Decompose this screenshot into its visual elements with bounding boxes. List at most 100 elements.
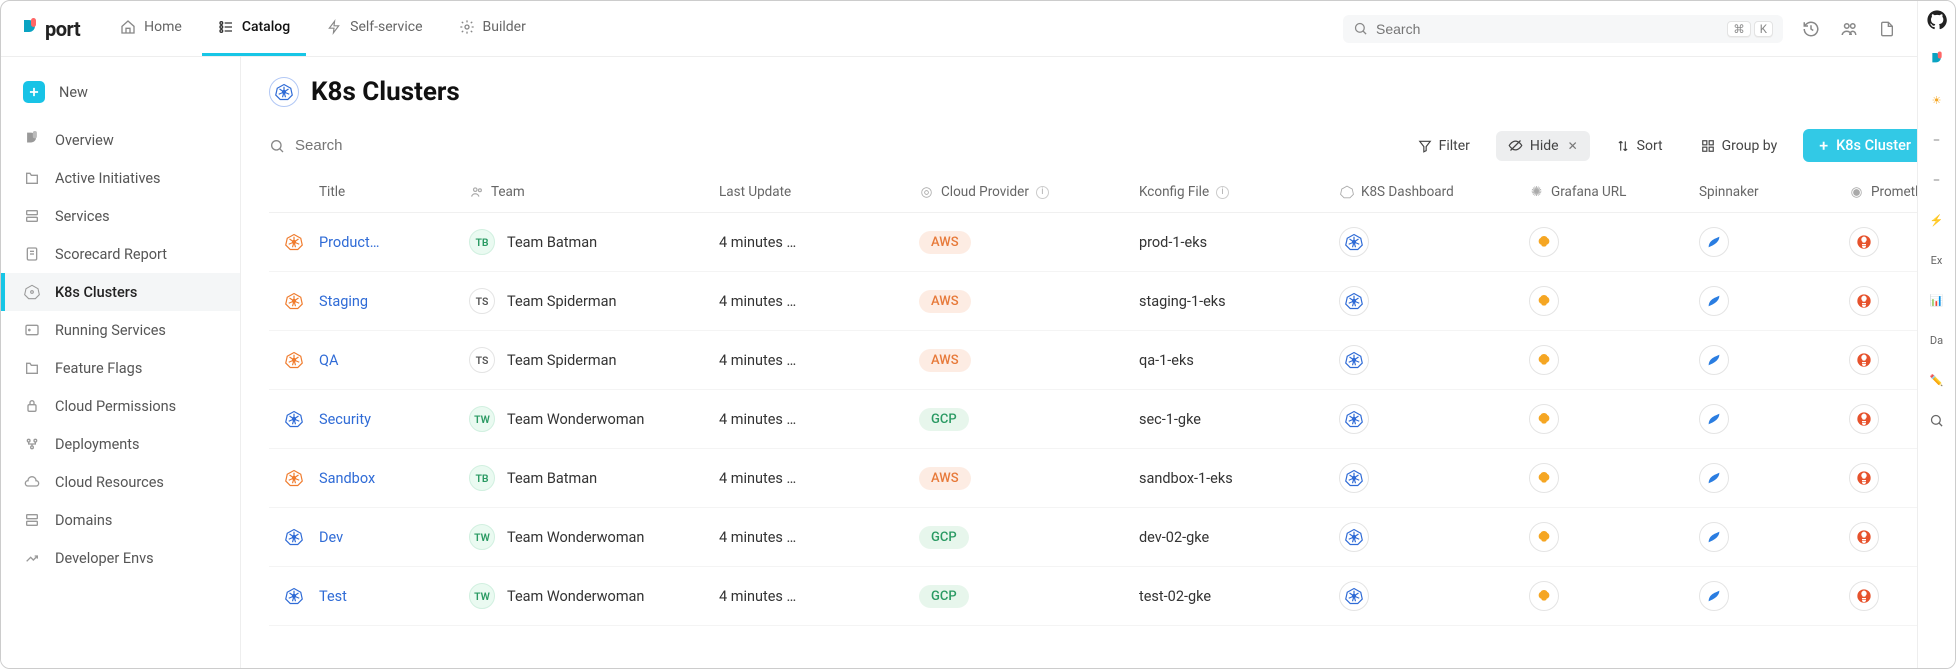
page-title: K8s Clusters (311, 77, 460, 107)
prometheus-link[interactable] (1849, 404, 1879, 434)
col-title[interactable]: Title (319, 184, 469, 200)
prometheus-link[interactable] (1849, 227, 1879, 257)
table-row[interactable]: Dev TW Team Wonderwoman 4 minutes … GCP … (269, 508, 1927, 567)
table-row[interactable]: Product… TB Team Batman 4 minutes … AWS … (269, 213, 1927, 272)
nav-catalog[interactable]: Catalog (202, 1, 306, 56)
search-rail-icon[interactable] (1926, 409, 1948, 431)
table-row[interactable]: Sandbox TB Team Batman 4 minutes … AWS s… (269, 449, 1927, 508)
sidebar-item-feature-flags[interactable]: Feature Flags (1, 349, 240, 387)
k8s-dashboard-link[interactable] (1339, 286, 1369, 316)
col-team[interactable]: Team (469, 184, 719, 200)
cell-last-update: 4 minutes … (719, 470, 919, 487)
cell-k8s-dashboard (1339, 522, 1529, 552)
col-kconfig[interactable]: Kconfig Filei (1139, 184, 1339, 200)
cluster-link[interactable]: Security (319, 411, 371, 428)
table-row[interactable]: Security TW Team Wonderwoman 4 minutes …… (269, 390, 1927, 449)
spinnaker-link[interactable] (1699, 345, 1729, 375)
cluster-link[interactable]: Staging (319, 293, 368, 310)
sidebar-item-cloud-permissions[interactable]: Cloud Permissions (1, 387, 240, 425)
sidebar-new[interactable]: New (1, 71, 240, 113)
rail-icon-1[interactable]: ⎯ (1926, 129, 1948, 151)
grafana-link[interactable] (1529, 404, 1559, 434)
sidebar-item-domains[interactable]: Domains (1, 501, 240, 539)
sidebar-item-k8s-clusters[interactable]: K8s Clusters (1, 273, 240, 311)
rail-label-da[interactable]: Da (1926, 329, 1948, 351)
k8s-dashboard-link[interactable] (1339, 345, 1369, 375)
prometheus-link[interactable] (1849, 522, 1879, 552)
sort-button[interactable]: Sort (1604, 131, 1675, 161)
sidebar-item-deployments[interactable]: Deployments (1, 425, 240, 463)
sidebar-item-services[interactable]: Services (1, 197, 240, 235)
spinnaker-link[interactable] (1699, 286, 1729, 316)
pencil-icon[interactable]: ✏️ (1926, 369, 1948, 391)
add-k8s-cluster-button[interactable]: + K8s Cluster (1803, 129, 1927, 162)
nav-builder[interactable]: Builder (443, 1, 542, 56)
grafana-link[interactable] (1529, 463, 1559, 493)
grafana-link[interactable] (1529, 345, 1559, 375)
nav-home[interactable]: Home (104, 1, 198, 56)
cluster-link[interactable]: Dev (319, 529, 343, 546)
cluster-link[interactable]: Product… (319, 234, 379, 251)
grafana-link[interactable] (1529, 227, 1559, 257)
cell-kconfig: sandbox-1-eks (1139, 470, 1339, 487)
table-search[interactable] (269, 137, 1388, 154)
close-icon[interactable]: ✕ (1568, 139, 1578, 153)
prometheus-link[interactable] (1849, 345, 1879, 375)
col-last-update[interactable]: Last Update (719, 184, 919, 200)
port-icon[interactable] (1926, 49, 1948, 71)
spinnaker-link[interactable] (1699, 227, 1729, 257)
sidebar-item-scorecard-report[interactable]: Scorecard Report (1, 235, 240, 273)
k8s-dashboard-link[interactable] (1339, 581, 1369, 611)
nav-self-service[interactable]: Self-service (310, 1, 438, 56)
table-row[interactable]: QA TS Team Spiderman 4 minutes … AWS qa-… (269, 331, 1927, 390)
grafana-link[interactable] (1529, 581, 1559, 611)
table-row[interactable]: Test TW Team Wonderwoman 4 minutes … GCP… (269, 567, 1927, 626)
grafana-link[interactable] (1529, 522, 1559, 552)
sidebar-item-running-services[interactable]: Running Services (1, 311, 240, 349)
col-grafana[interactable]: ✺Grafana URL (1529, 184, 1699, 200)
sun-icon[interactable]: ☀ (1926, 89, 1948, 111)
k8s-dashboard-link[interactable] (1339, 522, 1369, 552)
provider-pill: GCP (919, 408, 969, 431)
filter-icon (1418, 139, 1432, 153)
k8s-dashboard-link[interactable] (1339, 404, 1369, 434)
hide-button[interactable]: Hide ✕ (1496, 131, 1590, 161)
sidebar-item-overview[interactable]: Overview (1, 121, 240, 159)
rail-icon-2[interactable]: ⎯ (1926, 169, 1948, 191)
chart-icon[interactable]: 📊 (1926, 289, 1948, 311)
sidebar-item-active-initiatives[interactable]: Active Initiatives (1, 159, 240, 197)
global-search[interactable]: ⌘ K (1343, 15, 1783, 43)
prometheus-link[interactable] (1849, 581, 1879, 611)
cluster-link[interactable]: Test (319, 588, 347, 605)
sidebar-item-cloud-resources[interactable]: Cloud Resources (1, 463, 240, 501)
document-icon[interactable] (1877, 19, 1897, 39)
col-spinnaker[interactable]: Spinnaker (1699, 184, 1849, 200)
k8s-dashboard-link[interactable] (1339, 463, 1369, 493)
grafana-link[interactable] (1529, 286, 1559, 316)
col-k8s-dashboard[interactable]: K8S Dashboard (1339, 184, 1529, 200)
spinnaker-link[interactable] (1699, 522, 1729, 552)
global-search-input[interactable] (1376, 21, 1707, 37)
table-search-input[interactable] (295, 137, 515, 154)
users-icon[interactable] (1839, 19, 1859, 39)
sidebar-item-developer-envs[interactable]: Developer Envs (1, 539, 240, 577)
github-icon[interactable] (1926, 9, 1948, 31)
history-icon[interactable] (1801, 19, 1821, 39)
k8s-dashboard-link[interactable] (1339, 227, 1369, 257)
prometheus-link[interactable] (1849, 463, 1879, 493)
spinnaker-link[interactable] (1699, 463, 1729, 493)
spinnaker-link[interactable] (1699, 581, 1729, 611)
group-icon (1701, 139, 1715, 153)
cluster-link[interactable]: QA (319, 352, 338, 369)
spinnaker-link[interactable] (1699, 404, 1729, 434)
table-row[interactable]: Staging TS Team Spiderman 4 minutes … AW… (269, 272, 1927, 331)
rail-label-ex[interactable]: Ex (1926, 249, 1948, 271)
provider-pill: AWS (919, 231, 971, 254)
filter-button[interactable]: Filter (1406, 131, 1482, 161)
prometheus-link[interactable] (1849, 286, 1879, 316)
brand-logo[interactable]: port (21, 17, 80, 41)
col-cloud-provider[interactable]: ◎Cloud Provideri (919, 184, 1139, 200)
group-by-button[interactable]: Group by (1689, 131, 1790, 161)
bolt-icon[interactable]: ⚡ (1926, 209, 1948, 231)
cluster-link[interactable]: Sandbox (319, 470, 375, 487)
